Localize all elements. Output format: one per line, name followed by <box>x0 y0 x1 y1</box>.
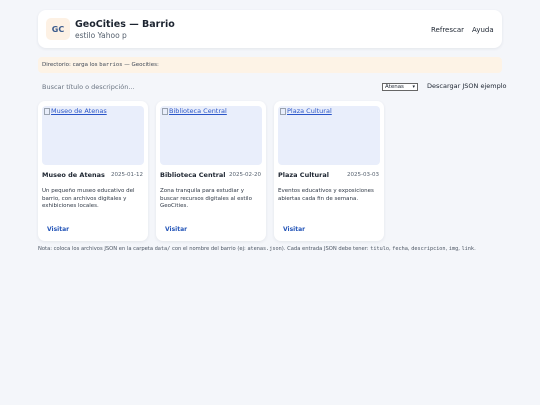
note-code: data/ <box>154 246 171 252</box>
broken-image-icon <box>44 107 50 115</box>
note-code: descripcion <box>411 246 446 252</box>
card-title: Plaza Cultural <box>278 171 329 179</box>
note-separator: , <box>445 246 448 252</box>
directory-info-bar: Directorio: carga los barrios — Geocitie… <box>38 57 502 73</box>
search-input[interactable] <box>38 80 326 93</box>
directory-code: barrios <box>99 62 123 68</box>
note-text: con el nombre del barrio (ej: <box>171 246 246 252</box>
download-json-button[interactable]: Descargar JSON ejemplo <box>427 82 507 90</box>
note-text: Nota: coloca los archivos JSON en la car… <box>38 246 154 252</box>
note-separator: , <box>458 246 460 252</box>
directory-suffix: — Geocities: <box>124 62 159 68</box>
neighborhood-select-value: Atenas <box>385 84 404 90</box>
footer-note: Nota: coloca los archivos JSON en la car… <box>38 246 476 252</box>
visit-button[interactable]: Visitar <box>278 223 311 235</box>
card-image-alt: Plaza Cultural <box>287 107 332 115</box>
app-logo: GC <box>46 18 70 40</box>
note-code: link <box>461 246 475 252</box>
note-code: atenas.json <box>247 246 282 252</box>
broken-image-icon <box>162 107 168 115</box>
card-title: Museo de Atenas <box>42 171 105 179</box>
neighborhood-select[interactable]: Atenas ▾ <box>382 83 418 91</box>
visit-button[interactable]: Visitar <box>160 223 193 235</box>
note-text: ). Cada entrada JSON debe tener: <box>281 246 369 252</box>
card-image-link[interactable]: Plaza Cultural <box>280 107 332 115</box>
card-image-link[interactable]: Museo de Atenas <box>44 107 107 115</box>
app-title: GeoCities — Barrio <box>75 19 175 30</box>
card-image: Plaza Cultural <box>278 106 380 165</box>
app-subtitle: estilo Yahoo p <box>75 31 127 40</box>
note-code: titulo <box>370 246 389 252</box>
card-image-link[interactable]: Biblioteca Central <box>162 107 227 115</box>
place-card: Biblioteca Central Biblioteca Central 20… <box>156 101 266 241</box>
card-description: Zona tranquila para estudiar y buscar re… <box>160 188 252 209</box>
card-date: 2025-03-03 <box>347 172 379 178</box>
card-title: Biblioteca Central <box>160 171 226 179</box>
card-image-alt: Biblioteca Central <box>169 107 227 115</box>
visit-button[interactable]: Visitar <box>42 223 75 235</box>
chevron-down-icon: ▾ <box>412 84 415 90</box>
note-separator: , <box>407 246 410 252</box>
refresh-button[interactable]: Refrescar <box>427 23 469 37</box>
app-header: GC GeoCities — Barrio estilo Yahoo p Ref… <box>38 10 502 48</box>
card-date: 2025-02-20 <box>229 172 261 178</box>
note-separator: , <box>388 246 391 252</box>
card-description: Un pequeño museo educativo del barrio, c… <box>42 188 135 209</box>
card-description: Eventos educativos y exposiciones abiert… <box>278 188 374 202</box>
place-card: Plaza Cultural Plaza Cultural 2025-03-03… <box>274 101 384 241</box>
note-text: . <box>474 246 476 252</box>
note-code: fecha <box>392 246 408 252</box>
card-image: Museo de Atenas <box>42 106 144 165</box>
broken-image-icon <box>280 107 286 115</box>
help-button[interactable]: Ayuda <box>468 23 498 37</box>
card-image-alt: Museo de Atenas <box>51 107 107 115</box>
note-code: img <box>448 246 459 252</box>
directory-prefix: Directorio: carga los <box>42 62 98 68</box>
card-date: 2025-01-12 <box>111 172 143 178</box>
place-card: Museo de Atenas Museo de Atenas 2025-01-… <box>38 101 148 241</box>
card-image: Biblioteca Central <box>160 106 262 165</box>
